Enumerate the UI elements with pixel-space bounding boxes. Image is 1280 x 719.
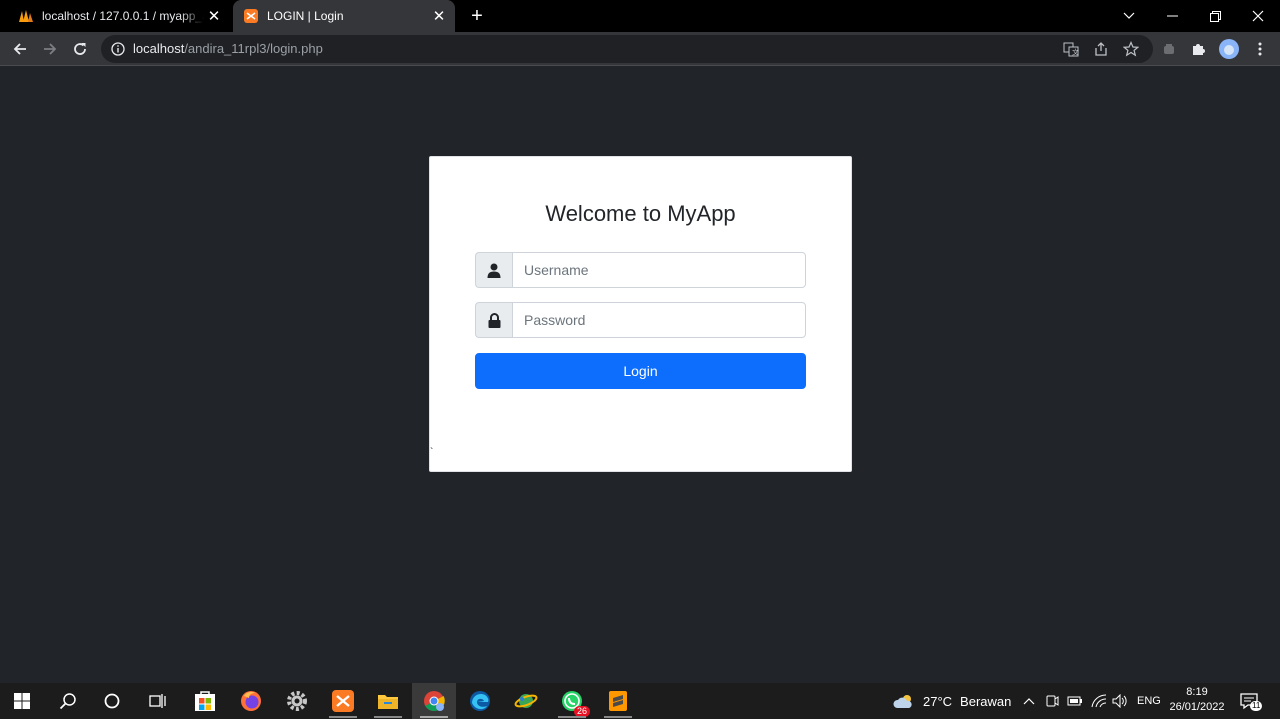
sublime-text-icon[interactable] [596, 683, 640, 719]
url-path: /andira_11rpl3/login.php [184, 41, 323, 56]
svg-text:文: 文 [1072, 48, 1079, 57]
volume-icon[interactable] [1112, 683, 1128, 719]
tab-title: localhost / 127.0.0.1 / myapp_andira [42, 9, 204, 23]
info-icon[interactable] [110, 41, 126, 57]
weather-desc: Berawan [960, 693, 1012, 709]
menu-kebab-icon[interactable] [1248, 37, 1272, 61]
username-group [475, 252, 806, 288]
tab-title: LOGIN | Login [267, 9, 344, 23]
stray-mark: ` [430, 447, 434, 458]
notification-center-icon[interactable]: 11 [1240, 683, 1263, 719]
address-bar[interactable]: localhost/andira_11rpl3/login.php 文 [101, 35, 1153, 63]
minimize-icon[interactable] [1150, 0, 1194, 32]
page-title: Welcome to MyApp [545, 201, 736, 226]
chevron-up-icon[interactable] [1022, 683, 1036, 719]
close-window-icon[interactable] [1236, 0, 1280, 32]
tab-search-icon[interactable] [1107, 0, 1151, 32]
edge-icon[interactable] [458, 683, 502, 719]
password-group [475, 302, 806, 338]
page-body: Welcome to MyApp Login ` [0, 67, 1280, 683]
username-input[interactable] [512, 252, 806, 288]
running-indicator [420, 716, 448, 718]
input-language[interactable]: ENG [1137, 683, 1161, 719]
password-input[interactable] [512, 302, 806, 338]
clock-date: 26/01/2022 [1169, 701, 1225, 713]
network-globe-icon[interactable] [504, 683, 548, 719]
user-icon [475, 252, 512, 288]
meet-now-icon[interactable] [1045, 683, 1059, 719]
weather-temp: 27°C [923, 693, 953, 709]
search-icon[interactable] [46, 683, 90, 719]
translate-icon[interactable]: 文 [1063, 41, 1079, 57]
forward-arrow-icon[interactable] [38, 37, 62, 61]
settings-gear-icon[interactable] [275, 683, 319, 719]
url-text: localhost/andira_11rpl3/login.php [133, 41, 323, 56]
battery-icon[interactable] [1067, 683, 1083, 719]
running-indicator [558, 716, 586, 718]
tab-phpmyadmin[interactable]: localhost / 127.0.0.1 / myapp_andira ✕ [8, 0, 230, 32]
url-host: localhost [133, 41, 185, 56]
task-view-icon[interactable] [135, 683, 179, 719]
close-icon[interactable]: ✕ [429, 6, 449, 26]
notification-count: 11 [1250, 701, 1263, 711]
reload-icon[interactable] [68, 37, 92, 61]
bookmark-star-icon[interactable] [1122, 41, 1140, 57]
extension-icon[interactable] [1157, 37, 1181, 61]
cortana-icon[interactable] [90, 683, 134, 719]
close-icon[interactable]: ✕ [204, 6, 224, 26]
share-icon[interactable] [1093, 41, 1109, 57]
whatsapp-icon[interactable]: 26 [550, 683, 594, 719]
running-indicator [604, 716, 632, 718]
file-explorer-icon[interactable] [366, 683, 410, 719]
login-card: Welcome to MyApp Login ` [429, 156, 852, 472]
tab-login[interactable]: LOGIN | Login ✕ [233, 0, 455, 32]
new-tab-button[interactable]: + [466, 5, 488, 27]
running-indicator [374, 716, 402, 718]
phpmyadmin-icon [18, 8, 34, 24]
browser-tab-strip: localhost / 127.0.0.1 / myapp_andira ✕ L… [0, 0, 1280, 32]
back-arrow-icon[interactable] [8, 37, 32, 61]
puzzle-extensions-icon[interactable] [1187, 37, 1211, 61]
restore-icon[interactable] [1193, 0, 1237, 32]
xampp-icon [243, 8, 259, 24]
profile-avatar[interactable] [1217, 37, 1241, 61]
browser-toolbar: localhost/andira_11rpl3/login.php 文 [0, 32, 1280, 66]
chrome-icon[interactable] [412, 683, 456, 719]
running-indicator [329, 716, 357, 718]
wifi-icon[interactable] [1091, 683, 1107, 719]
login-button[interactable]: Login [475, 353, 806, 389]
lock-icon [475, 302, 512, 338]
firefox-icon[interactable] [229, 683, 273, 719]
weather-widget[interactable]: 27°C Berawan [893, 683, 1011, 719]
windows-taskbar: 26 27°C Berawan ENG 8:19 26/01/2022 11 [0, 683, 1280, 719]
system-clock[interactable]: 8:19 26/01/2022 [1166, 685, 1228, 715]
xampp-icon[interactable] [321, 683, 365, 719]
clock-time: 8:19 [1186, 686, 1208, 698]
cloud-icon [893, 693, 915, 709]
microsoft-store-icon[interactable] [183, 683, 227, 719]
windows-start-icon[interactable] [0, 683, 44, 719]
